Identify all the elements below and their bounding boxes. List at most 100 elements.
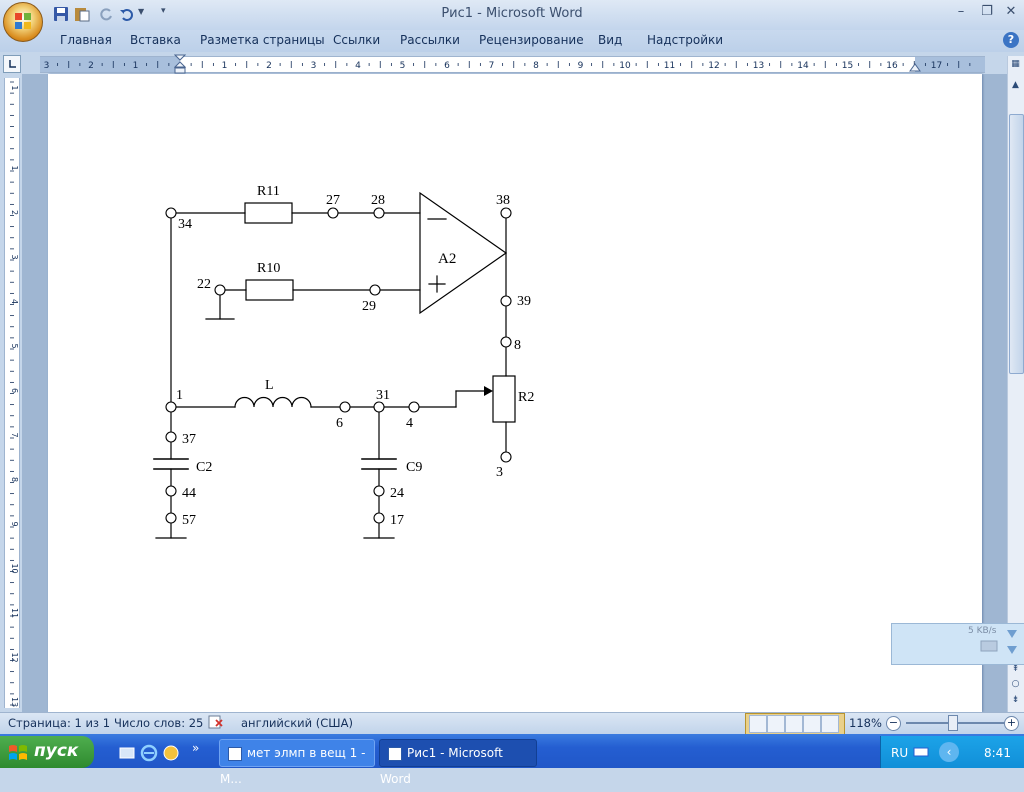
label-node-17: 17 xyxy=(390,513,404,528)
node-6 xyxy=(339,401,351,413)
ruler-number: 6 xyxy=(10,388,19,393)
ruler-number: 16 xyxy=(886,61,898,71)
label-node-44: 44 xyxy=(182,486,196,501)
proofing-icon[interactable] xyxy=(207,714,225,730)
tab-insert[interactable]: Вставка xyxy=(130,33,181,47)
ruler-number: 3 xyxy=(10,255,19,260)
ruler-number: 6 xyxy=(444,61,450,71)
label-l: L xyxy=(265,378,274,393)
zoom-out-button[interactable]: − xyxy=(886,716,901,731)
ruler-number: 8 xyxy=(10,477,19,482)
node-34 xyxy=(165,207,177,219)
keyboard-icon[interactable] xyxy=(913,746,929,758)
tab-review[interactable]: Рецензирование xyxy=(479,33,584,47)
ruler-number: 4 xyxy=(10,299,19,304)
zoom-level[interactable]: 118% xyxy=(849,716,882,730)
ruler-number: 1 xyxy=(222,61,228,71)
zoom-slider-thumb[interactable] xyxy=(948,715,958,731)
circuit-diagram: R11 R10 R2 L C2 C9 A2 34 27 28 38 22 29 … xyxy=(153,184,534,539)
internet-explorer-icon[interactable] xyxy=(140,744,158,762)
ruler-number: 2 xyxy=(266,61,272,71)
indent-marker-icon[interactable] xyxy=(174,54,186,74)
web-layout-icon[interactable] xyxy=(785,715,803,733)
ruler-number: 1 xyxy=(133,61,139,71)
windows-logo-icon xyxy=(9,745,27,760)
scroll-thumb[interactable] xyxy=(1009,114,1024,374)
ruler-number: 9 xyxy=(10,522,19,527)
label-a2: A2 xyxy=(438,251,456,267)
tab-mailings[interactable]: Рассылки xyxy=(400,33,460,47)
label-node-6: 6 xyxy=(336,416,343,431)
word-doc-icon xyxy=(228,746,242,761)
office-logo-icon xyxy=(15,13,31,29)
print-layout-view-icon[interactable] xyxy=(749,715,767,733)
label-node-39: 39 xyxy=(517,294,531,309)
scroll-up-button[interactable]: ▲ xyxy=(1008,78,1023,93)
label-node-1: 1 xyxy=(176,388,183,403)
full-screen-reading-icon[interactable] xyxy=(767,715,785,733)
tab-view[interactable]: Вид xyxy=(598,33,622,47)
tab-addins[interactable]: Надстройки xyxy=(647,33,723,47)
node-38 xyxy=(500,207,512,219)
ruler-number: 3 xyxy=(311,61,317,71)
node-27 xyxy=(327,207,339,219)
draft-view-icon[interactable] xyxy=(821,715,839,733)
tab-selector-button[interactable] xyxy=(3,55,21,73)
task-document-2-active[interactable]: Рис1 - Microsoft Word xyxy=(379,739,537,786)
ruler-number: 15 xyxy=(842,61,853,71)
help-icon[interactable]: ? xyxy=(1003,32,1019,48)
tray-expand-icon[interactable]: ‹ xyxy=(939,742,959,762)
right-indent-marker-icon[interactable] xyxy=(909,62,921,72)
zoom-in-button[interactable]: + xyxy=(1004,716,1019,731)
task-document-1[interactable]: мет элмп в вещ 1 - М... xyxy=(219,739,375,786)
label-node-22: 22 xyxy=(197,277,211,292)
status-language[interactable]: английский (США) xyxy=(241,716,353,730)
opamp-a2 xyxy=(419,191,508,315)
label-node-24: 24 xyxy=(390,486,404,501)
select-browse-object-icon[interactable]: ○ xyxy=(1008,677,1023,692)
vertical-ruler[interactable]: 1 1 2 3 4 5 6 7 8 9 10 11 12 13 xyxy=(4,78,20,708)
close-button[interactable]: ✕ xyxy=(1000,4,1022,20)
quick-launch-more-icon[interactable]: » xyxy=(192,741,199,755)
ruler-number: 10 xyxy=(10,563,19,573)
ruler-number: 8 xyxy=(533,61,539,71)
document-page[interactable]: R11 R10 R2 L C2 C9 A2 34 27 28 38 22 29 … xyxy=(48,74,982,712)
label-node-3: 3 xyxy=(496,465,503,480)
office-button[interactable] xyxy=(3,2,43,42)
tab-home[interactable]: Главная xyxy=(60,33,112,47)
node-17 xyxy=(373,512,385,524)
label-node-4: 4 xyxy=(406,416,413,431)
resistor-r11 xyxy=(244,202,293,224)
ruler-number: 7 xyxy=(489,61,495,71)
show-desktop-icon[interactable] xyxy=(118,744,136,762)
keyboard-language[interactable]: RU xyxy=(891,746,908,760)
network-speed: 5 KB/s xyxy=(968,626,997,636)
ruler-toggle-icon[interactable]: ▦ xyxy=(1008,57,1023,72)
node-29 xyxy=(369,284,381,296)
label-node-28: 28 xyxy=(371,193,385,208)
outline-view-icon[interactable] xyxy=(803,715,821,733)
minimize-button[interactable]: – xyxy=(950,4,972,20)
node-44 xyxy=(165,485,177,497)
status-word-count[interactable]: Число слов: 25 xyxy=(114,716,203,730)
ruler-number: 1 xyxy=(10,85,19,90)
messenger-icon[interactable] xyxy=(162,744,180,762)
vertical-ruler-ticks: 112345678910111213 xyxy=(10,81,19,707)
node-24 xyxy=(373,485,385,497)
next-page-icon[interactable]: ⇟ xyxy=(1008,693,1023,708)
restore-button[interactable]: ❐ xyxy=(976,4,998,20)
ruler-number: 13 xyxy=(753,61,764,71)
ruler-number: 17 xyxy=(931,61,942,71)
label-r11: R11 xyxy=(257,184,280,199)
label-node-31: 31 xyxy=(376,388,390,403)
tab-references[interactable]: Ссылки xyxy=(333,33,380,47)
left-tab-icon xyxy=(9,60,16,68)
label-r2: R2 xyxy=(518,390,534,405)
resistor-r2 xyxy=(492,375,516,423)
network-arrows-icon[interactable] xyxy=(1004,628,1020,658)
tab-page-layout[interactable]: Разметка страницы xyxy=(200,33,325,47)
ruler-number: 5 xyxy=(10,344,19,349)
window-title: Рис1 - Microsoft Word xyxy=(441,6,583,21)
status-page-count[interactable]: Страница: 1 из 1 xyxy=(8,716,110,730)
start-label: пуск xyxy=(34,741,79,761)
